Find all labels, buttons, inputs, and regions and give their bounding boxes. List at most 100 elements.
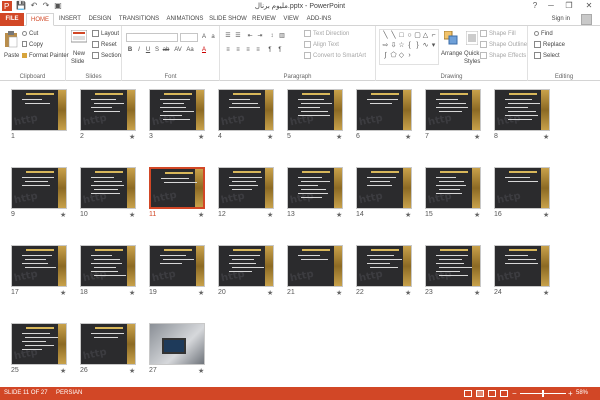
arrow-shape-icon[interactable]: ⇩ (390, 42, 397, 49)
slide-thumbnail[interactable]: http (11, 89, 67, 131)
paste-button[interactable]: Paste (4, 52, 19, 60)
transition-star-icon[interactable]: ★ (336, 289, 342, 297)
transition-star-icon[interactable]: ★ (129, 367, 135, 375)
decrease-indent-icon[interactable]: ⇤ (246, 32, 254, 40)
bullets-icon[interactable]: ☰ (224, 32, 232, 40)
shadow-icon[interactable]: S (153, 46, 161, 54)
slide-sorter-view-icon[interactable] (476, 390, 484, 397)
more-shapes-icon[interactable]: ▾ (430, 42, 437, 49)
slide-thumbnail[interactable]: http (287, 245, 343, 287)
slide-thumbnail[interactable]: http (11, 323, 67, 365)
slide-thumbnail[interactable]: http (80, 245, 136, 287)
slide-thumbnail[interactable]: http (356, 245, 412, 287)
rounded-rectangle-shape-icon[interactable]: ▢ (414, 32, 421, 39)
arrange-button[interactable]: Arrange (441, 50, 462, 58)
text-direction-button[interactable]: Text Direction (304, 30, 349, 38)
slide-thumbnail[interactable]: http (11, 167, 67, 209)
slide-thumbnail-item[interactable]: http 15 ★ (425, 167, 483, 221)
line-shape-icon[interactable]: ╲ (382, 32, 389, 39)
slide-thumbnail[interactable]: http (11, 245, 67, 287)
find-button[interactable]: Find (534, 30, 553, 38)
slide-thumbnail[interactable]: http (149, 89, 205, 131)
font-size-combo[interactable] (180, 33, 198, 42)
tab-transitions[interactable]: TRANSITIONS (117, 13, 161, 26)
tab-view[interactable]: VIEW (281, 13, 301, 26)
help-button[interactable]: ? (528, 0, 542, 12)
italic-icon[interactable]: I (135, 46, 143, 54)
slide-thumbnail-item[interactable]: http 14 ★ (356, 167, 414, 221)
slide-thumbnail-item[interactable]: http 12 ★ (218, 167, 276, 221)
elbow-connector-shape-icon[interactable]: ⌐ (430, 32, 437, 39)
transition-star-icon[interactable]: ★ (129, 211, 135, 219)
slide-thumbnail-item[interactable]: http 21 ★ (287, 245, 345, 299)
restore-button[interactable]: ❐ (562, 0, 576, 12)
shapes-gallery[interactable]: ╲ ╲ □ ○ ▢ △ ⌐ ⇨ ⇩ ☆ { } ∿ ▾ ∫ ⬠ ◇ › (379, 29, 439, 65)
slide-thumbnail-item[interactable]: http 16 ★ (494, 167, 552, 221)
slide-thumbnail-item[interactable]: http 24 ★ (494, 245, 552, 299)
slide-thumbnail[interactable]: http (356, 167, 412, 209)
slide-thumbnail-item[interactable]: http 23 ★ (425, 245, 483, 299)
curve-shape-icon[interactable]: ∿ (422, 42, 429, 49)
transition-star-icon[interactable]: ★ (129, 289, 135, 297)
slide-thumbnail-item[interactable]: http 20 ★ (218, 245, 276, 299)
star-shape-icon[interactable]: ☆ (398, 42, 405, 49)
slide-thumbnail[interactable]: http (287, 89, 343, 131)
minimize-button[interactable]: ─ (544, 0, 558, 12)
slide-thumbnail-item[interactable]: 27 ★ (149, 323, 207, 377)
shape-effects-button[interactable]: Shape Effects (480, 52, 526, 60)
left-to-right-icon[interactable]: ¶ (266, 46, 274, 54)
quick-styles-icon[interactable] (465, 30, 479, 47)
align-center-icon[interactable]: ≡ (234, 46, 242, 54)
slide-thumbnail-item[interactable]: http 2 ★ (80, 89, 138, 143)
transition-star-icon[interactable]: ★ (267, 133, 273, 141)
slide-thumbnail-item[interactable]: http 6 ★ (356, 89, 414, 143)
transition-star-icon[interactable]: ★ (336, 133, 342, 141)
replace-button[interactable]: Replace (534, 41, 565, 49)
shape-outline-button[interactable]: Shape Outline (480, 41, 527, 49)
slide-thumbnail[interactable]: http (356, 89, 412, 131)
tab-design[interactable]: DESIGN (86, 13, 114, 26)
transition-star-icon[interactable]: ★ (198, 289, 204, 297)
freeform-shape-icon[interactable]: ∫ (382, 52, 389, 59)
slide-thumbnail[interactable]: http (149, 167, 205, 209)
tab-animations[interactable]: ANIMATIONS (164, 13, 206, 26)
transition-star-icon[interactable]: ★ (474, 211, 480, 219)
shape-fill-button[interactable]: Shape Fill (480, 30, 516, 38)
zoom-slider-handle[interactable] (542, 390, 544, 397)
transition-star-icon[interactable]: ★ (198, 211, 204, 219)
slide-thumbnail-item[interactable]: http 18 ★ (80, 245, 138, 299)
right-to-left-icon[interactable]: ¶ (276, 46, 284, 54)
slide-thumbnail[interactable]: http (218, 245, 274, 287)
tab-add-ins[interactable]: ADD-INS (304, 13, 334, 26)
arrow-shape-icon[interactable]: ⇨ (382, 42, 389, 49)
transition-star-icon[interactable]: ★ (474, 289, 480, 297)
transition-star-icon[interactable]: ★ (405, 211, 411, 219)
decrease-font-icon[interactable]: a (209, 33, 217, 41)
transition-star-icon[interactable]: ★ (129, 133, 135, 141)
underline-icon[interactable]: U (144, 46, 152, 54)
paste-icon[interactable] (4, 31, 18, 50)
slide-thumbnail[interactable]: http (494, 89, 550, 131)
diamond-shape-icon[interactable]: ◇ (398, 52, 405, 59)
align-right-icon[interactable]: ≡ (244, 46, 252, 54)
format-painter-button[interactable]: Format Painter (22, 52, 69, 60)
bold-icon[interactable]: B (126, 46, 134, 54)
copy-button[interactable]: Copy (22, 41, 43, 49)
transition-star-icon[interactable]: ★ (60, 289, 66, 297)
numbering-icon[interactable]: ☰ (234, 32, 242, 40)
slide-show-icon[interactable] (500, 390, 508, 397)
slide-thumbnail[interactable]: http (80, 323, 136, 365)
slide-thumbnail[interactable]: http (218, 167, 274, 209)
transition-star-icon[interactable]: ★ (405, 133, 411, 141)
brace-shape-icon[interactable]: { (406, 42, 413, 49)
slide-thumbnail[interactable]: http (425, 245, 481, 287)
slide-thumbnail-item[interactable]: http 11 ★ (149, 167, 207, 221)
transition-star-icon[interactable]: ★ (543, 133, 549, 141)
change-case-icon[interactable]: Aa (186, 46, 194, 54)
slide-thumbnail-item[interactable]: http 5 ★ (287, 89, 345, 143)
tab-review[interactable]: REVIEW (250, 13, 278, 26)
slide-thumbnail-item[interactable]: http 1 (11, 89, 69, 143)
font-name-combo[interactable] (126, 33, 178, 42)
tab-insert[interactable]: INSERT (57, 13, 83, 26)
zoom-level[interactable]: 58% (576, 387, 588, 400)
